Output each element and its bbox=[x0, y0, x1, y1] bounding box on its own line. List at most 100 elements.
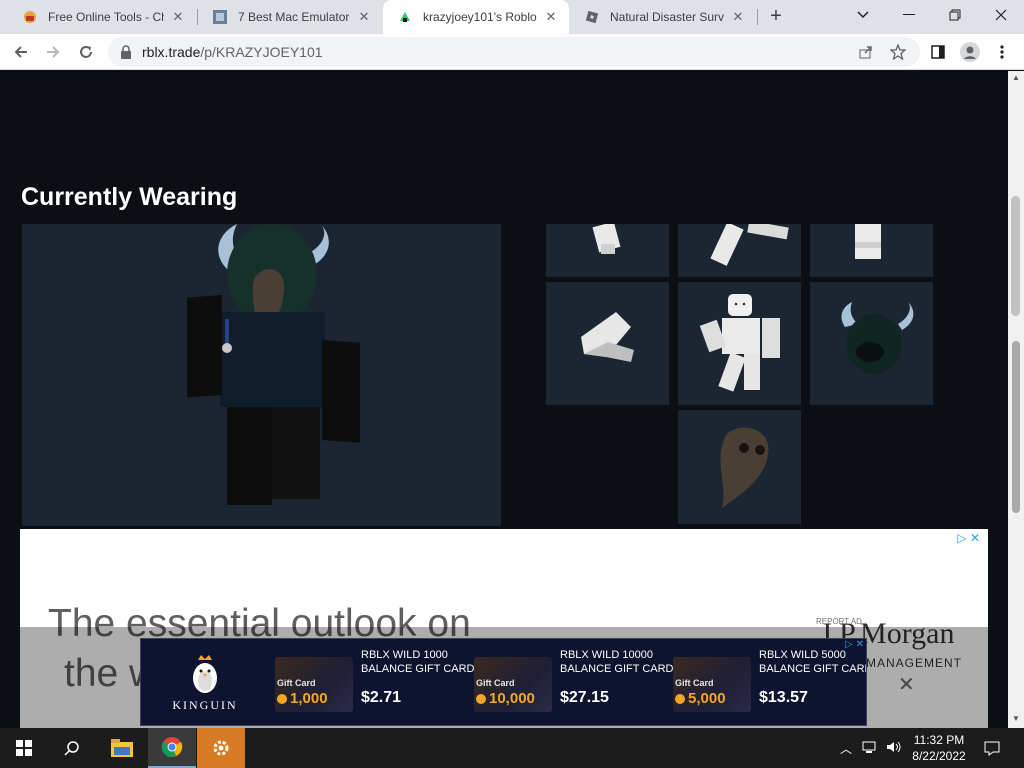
page-scrollbar[interactable]: ▲ ▼ bbox=[1008, 71, 1024, 728]
minimize-icon[interactable] bbox=[886, 0, 932, 30]
item-thumbnail-horned-hood bbox=[841, 302, 914, 374]
reload-icon[interactable] bbox=[74, 40, 98, 64]
item-card[interactable] bbox=[810, 224, 933, 277]
settings-gear-icon[interactable] bbox=[197, 728, 245, 768]
back-arrow-icon[interactable] bbox=[9, 40, 33, 64]
tab-close-icon[interactable]: ✕ bbox=[356, 9, 372, 25]
emulators-favicon-icon bbox=[212, 9, 228, 25]
rblx-trade-favicon-icon bbox=[397, 9, 413, 25]
adchoices-icon[interactable]: ▷ ✕ bbox=[957, 531, 980, 545]
gift-card-label: Gift Card bbox=[675, 678, 714, 688]
item-card[interactable] bbox=[546, 282, 669, 405]
gift-card-amount: 1,000 bbox=[277, 690, 328, 707]
network-icon[interactable] bbox=[862, 740, 878, 757]
tab-close-icon[interactable]: ✕ bbox=[730, 9, 746, 25]
kinguin-product[interactable]: Gift Card 10,000 RBLX WILD 10000 BALANCE… bbox=[474, 639, 674, 725]
forward-arrow-icon[interactable] bbox=[41, 40, 65, 64]
tab-separator bbox=[757, 9, 758, 25]
tab-title: krazyjoey101's Roblox bbox=[423, 10, 537, 24]
robux-coin-icon bbox=[476, 694, 486, 705]
report-ad-link[interactable]: REPORT AD bbox=[816, 617, 862, 626]
avatar-medal bbox=[222, 343, 232, 353]
avatar-leg-left bbox=[227, 407, 272, 505]
windows-start-icon[interactable] bbox=[0, 728, 48, 768]
item-thumbnail-body bbox=[699, 294, 780, 392]
bookmark-star-icon[interactable] bbox=[886, 40, 910, 64]
item-card[interactable] bbox=[678, 410, 801, 524]
gift-card-label: Gift Card bbox=[476, 678, 515, 688]
url-host: rblx.trade bbox=[142, 44, 201, 60]
clock-date: 8/22/2022 bbox=[912, 749, 966, 763]
section-title: Currently Wearing bbox=[21, 183, 238, 211]
lock-icon bbox=[120, 45, 134, 59]
gift-card-amount-value: 5,000 bbox=[688, 690, 726, 707]
browser-toolbar: rblx.trade/p/KRAZYJOEY101 bbox=[0, 34, 1024, 70]
tab-close-icon[interactable]: ✕ bbox=[170, 9, 186, 25]
system-clock[interactable]: 11:32 PM 8/22/2022 bbox=[904, 732, 974, 764]
product-price: $27.15 bbox=[560, 689, 609, 706]
close-window-icon[interactable] bbox=[978, 0, 1024, 30]
volume-icon[interactable] bbox=[886, 740, 902, 757]
avatar-torso bbox=[220, 312, 325, 407]
gift-card-amount-value: 10,000 bbox=[489, 690, 535, 707]
share-icon[interactable] bbox=[854, 40, 878, 64]
ad-close-icon[interactable]: ✕ bbox=[898, 672, 915, 697]
kinguin-product[interactable]: Gift Card 1,000 RBLX WILD 1000 BALANCE G… bbox=[275, 639, 475, 725]
kinguin-ad-banner[interactable]: KINGUIN Gift Card 1,000 RBLX WILD 1000 B… bbox=[140, 638, 867, 726]
tab-title: Free Online Tools - Chr bbox=[48, 10, 164, 24]
profile-avatar-icon[interactable] bbox=[958, 40, 982, 64]
avatar-figure bbox=[187, 224, 360, 505]
restore-icon[interactable] bbox=[932, 0, 978, 30]
scroll-up-arrow-icon[interactable]: ▲ bbox=[1008, 71, 1024, 85]
item-thumbnail-leg bbox=[581, 312, 634, 362]
kinguin-logo: KINGUIN bbox=[141, 639, 269, 725]
scrollbar-thumb-inner[interactable] bbox=[1012, 341, 1020, 513]
item-thumbnail-left-arm bbox=[592, 224, 621, 254]
avatar-preview bbox=[22, 224, 501, 526]
file-explorer-icon[interactable] bbox=[98, 728, 146, 768]
tab-title: Natural Disaster Surviv bbox=[610, 10, 724, 24]
kinguin-product[interactable]: Gift Card 5,000 RBLX WILD 5000 BALANCE G… bbox=[673, 639, 867, 725]
scrollbar-thumb[interactable] bbox=[1011, 196, 1020, 316]
tab-natural-disaster[interactable]: Natural Disaster Surviv ✕ bbox=[570, 0, 756, 34]
robux-coin-icon bbox=[277, 694, 287, 705]
kinguin-penguin-icon bbox=[193, 654, 217, 693]
tab-mac-emulators[interactable]: 7 Best Mac Emulators f ✕ bbox=[198, 0, 382, 34]
item-card[interactable] bbox=[678, 282, 801, 405]
side-panel-icon[interactable] bbox=[926, 40, 950, 64]
product-price: $2.71 bbox=[361, 689, 402, 706]
new-tab-button[interactable]: + bbox=[764, 5, 788, 29]
url-path: /p/KRAZYJOEY101 bbox=[200, 44, 323, 60]
gift-card-image: Gift Card 1,000 bbox=[275, 657, 353, 712]
product-name: RBLX WILD 5000 BALANCE GIFT CARD bbox=[759, 649, 867, 675]
item-thumbnail-right-arm bbox=[855, 224, 881, 259]
url-text: rblx.trade/p/KRAZYJOEY101 bbox=[142, 44, 323, 60]
item-card[interactable] bbox=[678, 224, 801, 277]
tab-krazyjoey-roblox[interactable]: krazyjoey101's Roblox ✕ bbox=[383, 0, 569, 34]
tab-close-icon[interactable]: ✕ bbox=[543, 9, 559, 25]
page-content: Currently Wearing ▷ ✕ The essential outl… bbox=[0, 71, 1008, 728]
scroll-down-arrow-icon[interactable]: ▼ bbox=[1008, 712, 1024, 726]
item-card[interactable] bbox=[546, 224, 669, 277]
kinguin-logo-text: KINGUIN bbox=[172, 697, 238, 712]
gift-card-label: Gift Card bbox=[277, 678, 316, 688]
item-card[interactable] bbox=[810, 282, 933, 405]
tab-search-chevron-icon[interactable] bbox=[840, 0, 886, 30]
chrome-icon[interactable] bbox=[148, 728, 196, 768]
menu-kebab-icon[interactable] bbox=[990, 40, 1014, 64]
kinguin-adchoices-icon[interactable]: ▷ ✕ bbox=[845, 639, 864, 650]
windows-taskbar: ︿ 11:32 PM 8/22/2022 bbox=[0, 728, 1024, 768]
tab-strip: Free Online Tools - Chr ✕ 7 Best Mac Emu… bbox=[0, 0, 1024, 34]
gift-card-amount: 10,000 bbox=[476, 690, 535, 707]
gift-card-image: Gift Card 5,000 bbox=[673, 657, 751, 712]
tab-free-online-tools[interactable]: Free Online Tools - Chr ✕ bbox=[8, 0, 196, 34]
product-name: RBLX WILD 10000 BALANCE GIFT CARD bbox=[560, 649, 674, 675]
notifications-icon[interactable] bbox=[984, 740, 1000, 759]
avatar-arm-left bbox=[187, 295, 222, 398]
tray-chevron-up-icon[interactable]: ︿ bbox=[840, 740, 852, 757]
address-bar[interactable]: rblx.trade/p/KRAZYJOEY101 bbox=[108, 37, 920, 67]
avatar-arm-right bbox=[322, 339, 360, 443]
search-icon[interactable] bbox=[48, 728, 96, 768]
robux-coin-icon bbox=[675, 694, 685, 705]
item-thumbnail-package bbox=[710, 224, 789, 266]
